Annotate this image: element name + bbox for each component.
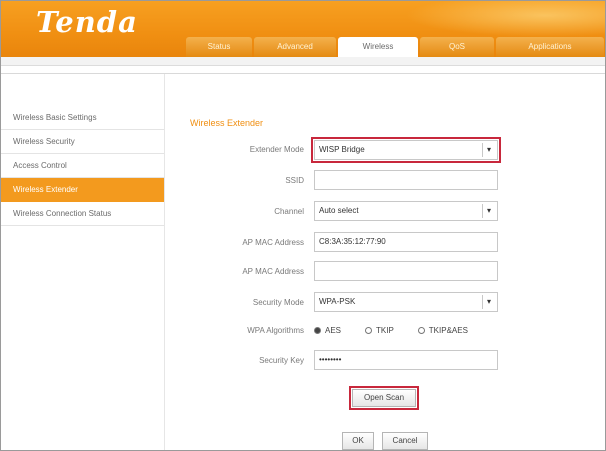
- ap-mac-label: AP MAC Address: [242, 238, 304, 247]
- tab-applications[interactable]: Applications: [496, 37, 604, 57]
- sidebar: Wireless Basic Settings Wireless Securit…: [1, 106, 164, 226]
- security-mode-value: WPA-PSK: [319, 297, 356, 306]
- tab-status[interactable]: Status: [186, 37, 252, 57]
- open-scan-button[interactable]: Open Scan: [349, 386, 419, 410]
- wpa-algorithms-label: WPA Algorithms: [247, 326, 304, 335]
- radio-aes[interactable]: AES: [314, 326, 341, 335]
- security-key-input[interactable]: ••••••••: [314, 350, 498, 370]
- radio-tkip-label: TKIP: [376, 325, 394, 335]
- radio-tkip-aes[interactable]: TKIP&AES: [417, 325, 468, 335]
- sidebar-item-access-control[interactable]: Access Control: [1, 154, 164, 178]
- security-mode-label: Security Mode: [252, 298, 304, 307]
- chevron-down-icon: ▾: [482, 295, 495, 309]
- sidebar-divider: [164, 74, 165, 450]
- subheader-strip: [1, 57, 605, 66]
- wpa-algorithms-group: AES TKIP TKIP&AES: [314, 323, 468, 337]
- sidebar-item-wireless-extender[interactable]: Wireless Extender: [1, 178, 164, 202]
- radio-unselected-icon: [417, 326, 425, 334]
- extender-mode-label: Extender Mode: [249, 145, 304, 154]
- security-key-label: Security Key: [259, 356, 304, 365]
- sidebar-item-wireless-connection-status[interactable]: Wireless Connection Status: [1, 202, 164, 226]
- tab-advanced[interactable]: Advanced: [254, 37, 336, 57]
- chevron-down-icon: ▾: [482, 143, 495, 157]
- header-bar: Tenda Status Advanced Wireless QoS Appli…: [1, 1, 605, 57]
- section-title: Wireless Extender: [190, 118, 264, 128]
- radio-unselected-icon: [365, 326, 373, 334]
- channel-label: Channel: [274, 207, 304, 216]
- security-mode-select[interactable]: WPA-PSK ▾: [314, 292, 498, 312]
- ssid-input[interactable]: [314, 170, 498, 190]
- ap-mac-input-2[interactable]: [314, 261, 498, 281]
- divider: [1, 73, 605, 74]
- sidebar-item-wireless-security[interactable]: Wireless Security: [1, 130, 164, 154]
- ap-mac-input[interactable]: C8:3A:35:12:77:90: [314, 232, 498, 252]
- radio-selected-icon: [314, 326, 321, 334]
- radio-tkip[interactable]: TKIP: [365, 326, 394, 335]
- ok-button[interactable]: OK: [342, 432, 374, 450]
- tab-qos[interactable]: QoS: [420, 37, 494, 57]
- cancel-button[interactable]: Cancel: [382, 432, 428, 450]
- extender-mode-value: WISP Bridge: [319, 145, 365, 154]
- radio-tkip-aes-label: TKIP&AES: [428, 325, 468, 335]
- channel-select[interactable]: Auto select ▾: [314, 201, 498, 221]
- extender-mode-select[interactable]: WISP Bridge ▾: [311, 137, 501, 163]
- sidebar-item-wireless-basic-settings[interactable]: Wireless Basic Settings: [1, 106, 164, 130]
- tab-wireless[interactable]: Wireless: [338, 37, 418, 57]
- tenda-logo: Tenda: [36, 5, 138, 39]
- top-nav-tabs: Status Advanced Wireless QoS Application…: [186, 37, 606, 57]
- ssid-label: SSID: [285, 176, 304, 185]
- radio-aes-label: AES: [325, 325, 342, 335]
- chevron-down-icon: ▾: [482, 204, 495, 218]
- ap-mac-label-2: AP MAC Address: [242, 267, 304, 276]
- channel-value: Auto select: [319, 206, 359, 215]
- header-decoration: [405, 1, 605, 37]
